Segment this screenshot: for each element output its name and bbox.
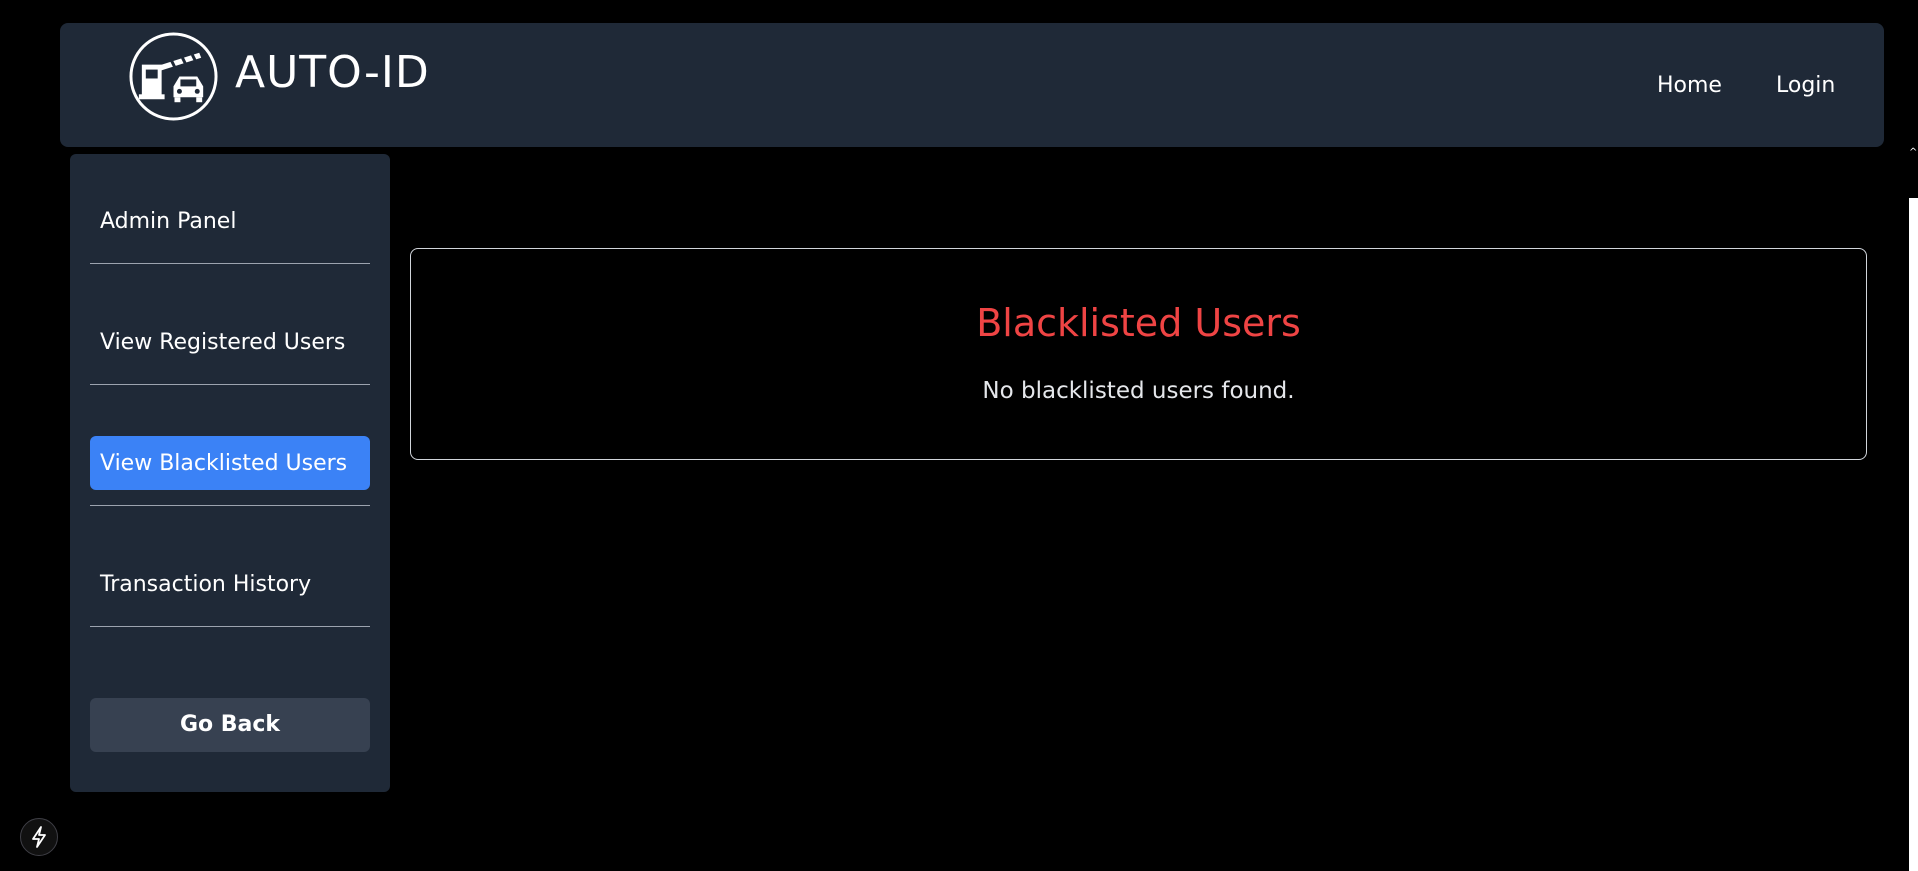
go-back-label: Go Back	[179, 712, 281, 737]
blacklisted-users-card: Blacklisted Users No blacklisted users f…	[410, 248, 1867, 460]
sidebar-item-label: View Registered Users	[100, 330, 346, 355]
sidebar-divider	[90, 626, 370, 627]
page-title: Blacklisted Users	[976, 301, 1301, 345]
sidebar-item-view-registered-users[interactable]: View Registered Users	[90, 315, 370, 369]
sidebar-item-label: View Blacklisted Users	[100, 451, 348, 476]
lightning-bolt-icon[interactable]	[20, 818, 58, 856]
brand-title[interactable]: AUTO-ID	[235, 49, 430, 97]
nav-home-link[interactable]: Home	[1657, 73, 1722, 99]
scroll-up-caret-icon[interactable]: ^	[1909, 148, 1918, 158]
go-back-button[interactable]: Go Back	[90, 698, 370, 752]
sidebar-item-label: Transaction History	[100, 572, 312, 597]
sidebar-item-view-blacklisted-users[interactable]: View Blacklisted Users	[90, 436, 370, 490]
sidebar-item-admin-panel[interactable]: Admin Panel	[90, 194, 370, 248]
scrollbar[interactable]	[1909, 198, 1918, 871]
sidebar: Admin Panel View Registered Users View B…	[70, 154, 390, 792]
sidebar-divider	[90, 505, 370, 506]
sidebar-item-label: Admin Panel	[100, 209, 237, 234]
toll-gate-car-icon[interactable]	[128, 31, 219, 122]
top-navbar: AUTO-ID Home Login	[60, 23, 1884, 147]
sidebar-item-transaction-history[interactable]: Transaction History	[90, 557, 370, 611]
empty-state-message: No blacklisted users found.	[982, 378, 1295, 404]
nav-login-link[interactable]: Login	[1776, 73, 1835, 99]
sidebar-divider	[90, 263, 370, 264]
sidebar-divider	[90, 384, 370, 385]
